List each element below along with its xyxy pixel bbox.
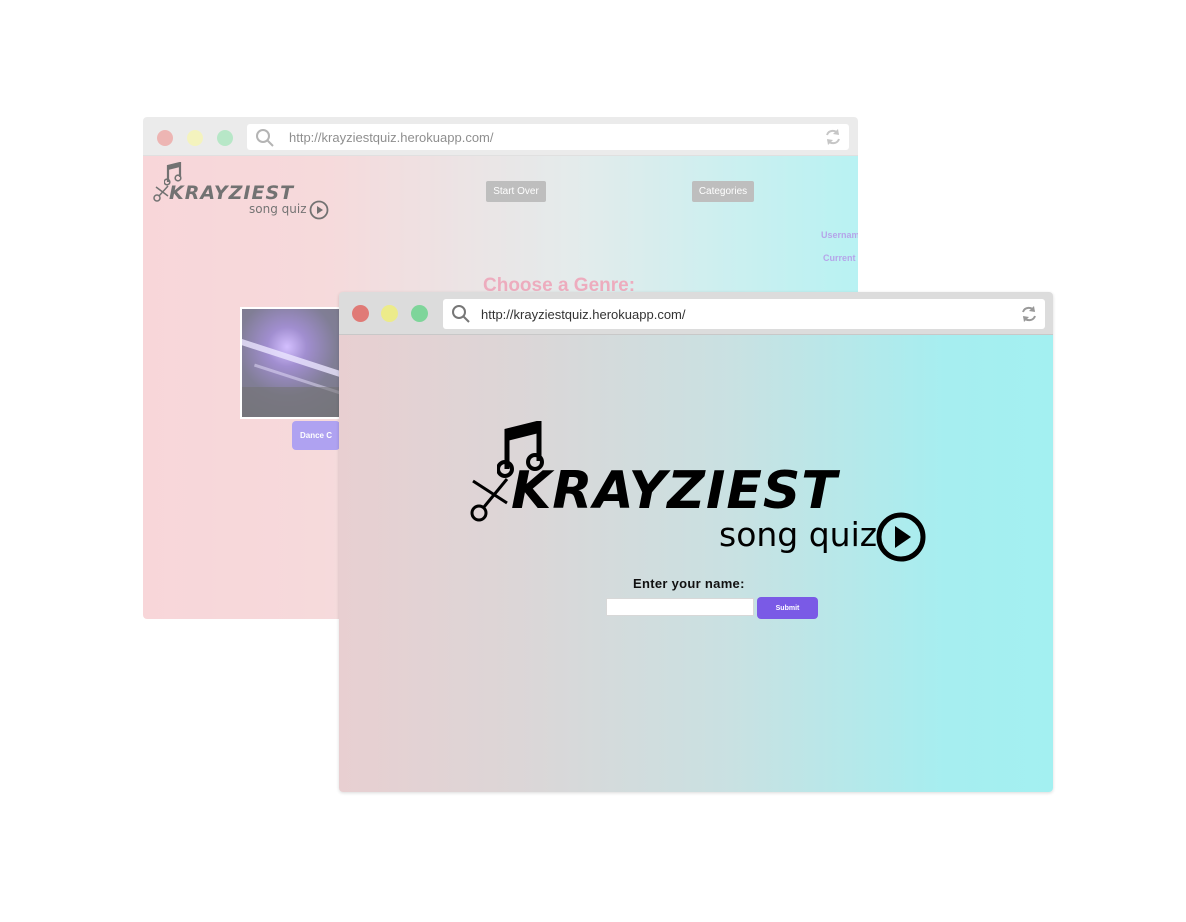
logo-title: KRAYZIEST: [511, 461, 838, 521]
address-bar[interactable]: http://krayziestquiz.herokuapp.com/: [443, 299, 1045, 329]
username-label: Usernam: [821, 230, 858, 240]
logo: KRAYZIEST song quiz: [469, 421, 931, 562]
reload-icon[interactable]: [823, 127, 843, 152]
url-text: http://krayziestquiz.herokuapp.com/: [481, 307, 686, 322]
submit-button[interactable]: Submit: [757, 597, 818, 619]
categories-button[interactable]: Categories: [692, 181, 754, 202]
browser-toolbar: http://krayziestquiz.herokuapp.com/: [339, 292, 1053, 335]
scissors-icon: [153, 185, 169, 202]
browser-toolbar: http://krayziestquiz.herokuapp.com/: [143, 117, 858, 156]
name-prompt: Enter your name:: [633, 576, 745, 591]
close-window-dot[interactable]: [352, 305, 369, 322]
minimize-window-dot[interactable]: [381, 305, 398, 322]
logo: KRAYZIEST song quiz: [153, 162, 333, 220]
address-bar[interactable]: http://krayziestquiz.herokuapp.com/: [247, 124, 849, 150]
start-over-button[interactable]: Start Over: [486, 181, 546, 202]
name-input[interactable]: [606, 598, 754, 616]
url-text: http://krayziestquiz.herokuapp.com/: [289, 130, 494, 145]
logo-subtitle: song quiz: [719, 515, 878, 554]
front-browser-window: http://krayziestquiz.herokuapp.com/ KRAY…: [339, 292, 1053, 792]
minimize-window-dot[interactable]: [187, 130, 203, 146]
play-icon: [876, 512, 926, 562]
play-icon: [309, 200, 329, 220]
scissors-icon: [470, 478, 509, 522]
maximize-window-dot[interactable]: [411, 305, 428, 322]
logo-subtitle: song quiz: [249, 202, 307, 216]
logo-title: KRAYZIEST: [169, 182, 295, 204]
current-score-label: Current s: [823, 253, 858, 263]
reload-icon[interactable]: [1019, 304, 1039, 329]
search-icon: [255, 128, 275, 153]
search-icon: [451, 304, 471, 329]
quiz-login-page: KRAYZIEST song quiz Enter your name: Sub…: [339, 335, 1053, 792]
maximize-window-dot[interactable]: [217, 130, 233, 146]
dance-genre-button[interactable]: Dance C: [292, 421, 340, 450]
close-window-dot[interactable]: [157, 130, 173, 146]
dance-genre-image[interactable]: [240, 307, 344, 419]
